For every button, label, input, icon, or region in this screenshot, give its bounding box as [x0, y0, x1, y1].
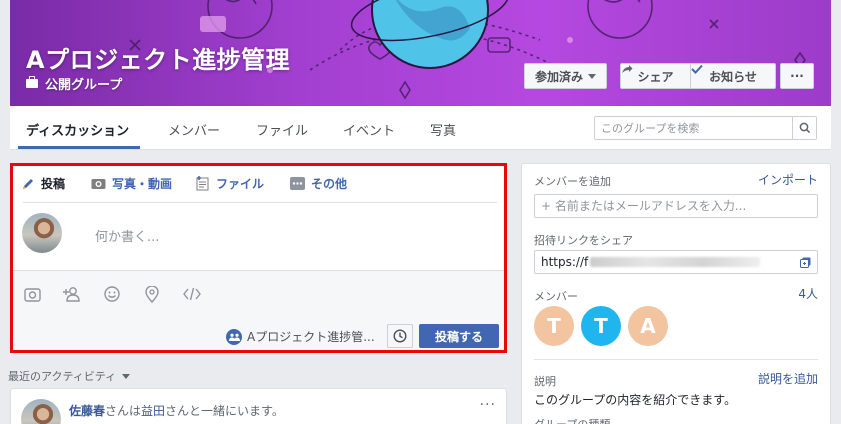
composer-tab-more-label: その他: [311, 177, 348, 191]
post-text-2: さんと一緒にいます。: [165, 404, 284, 418]
active-tab-indicator: [18, 146, 140, 149]
chevron-down-icon: [122, 373, 131, 379]
avatar[interactable]: [21, 399, 61, 424]
composer-footer: Aプロジェクト進捗管... 投稿する: [13, 270, 504, 350]
composer-input[interactable]: 何か書く...: [95, 226, 159, 245]
check-icon: [691, 64, 703, 74]
tab-files[interactable]: ファイル: [256, 120, 308, 139]
audience-label: Aプロジェクト進捗管...: [247, 330, 375, 344]
members-count[interactable]: 4人: [798, 285, 818, 302]
description-label: 説明: [534, 375, 556, 388]
post-text-1: さんは: [105, 404, 142, 418]
tab-photos[interactable]: 写真: [430, 120, 456, 139]
composer-tools: [23, 285, 201, 303]
code-icon[interactable]: [183, 285, 201, 303]
add-member-label: メンバーを追加: [534, 175, 611, 188]
composer-tab-file[interactable]: ファイル: [196, 175, 264, 192]
tab-discussion[interactable]: ディスカッション: [26, 120, 129, 139]
group-title: Aプロジェクト進捗管理: [26, 46, 291, 74]
search-icon: [799, 122, 810, 134]
member-avatar[interactable]: T: [534, 306, 574, 346]
audience-selector[interactable]: Aプロジェクト進捗管...: [226, 328, 375, 345]
tagged-friend-link[interactable]: 益田: [141, 404, 165, 418]
copy-icon[interactable]: [800, 257, 811, 268]
notifications-label: お知らせ: [709, 69, 757, 84]
invite-link-value: https://f: [541, 255, 589, 269]
sidebar-divider: [534, 359, 818, 360]
add-member-input[interactable]: [541, 199, 796, 213]
feed-post: 佐藤春さんは益田さんと一緒にいます。 ···: [10, 388, 507, 424]
photo-icon[interactable]: [23, 285, 41, 303]
recent-activity-header[interactable]: 最近のアクティビティ: [8, 368, 131, 384]
avatar: [22, 213, 62, 253]
add-member-box: [534, 194, 818, 218]
tab-events[interactable]: イベント: [343, 120, 395, 139]
more-options-button[interactable]: ···: [780, 63, 814, 89]
more-icon: [290, 177, 305, 190]
members-label: メンバー: [534, 290, 578, 303]
search-button[interactable]: [792, 117, 816, 139]
composer-tab-file-label: ファイル: [216, 177, 265, 191]
composer-actions: Aプロジェクト進捗管... 投稿する: [13, 321, 504, 351]
group-icon: [226, 328, 242, 345]
share-arrow-icon: [622, 65, 633, 73]
share-label: シェア: [637, 69, 674, 84]
group-privacy-label: 公開グループ: [45, 78, 123, 93]
member-avatar[interactable]: A: [628, 306, 668, 346]
joined-label: 参加済み: [534, 69, 583, 84]
more-dots-icon: ···: [790, 69, 804, 83]
invite-link-label: 招待リンクをシェア: [534, 234, 633, 247]
member-avatar[interactable]: T: [581, 306, 621, 346]
camera-icon: [91, 179, 106, 189]
group-privacy[interactable]: 公開グループ: [26, 74, 122, 93]
group-search: [594, 116, 817, 140]
composer-tab-post-label: 投稿: [41, 177, 66, 191]
post-author-link[interactable]: 佐藤春: [69, 404, 105, 418]
composer-divider: [23, 202, 497, 203]
notifications-button[interactable]: お知らせ: [690, 63, 776, 89]
feed-post-header: 佐藤春さんは益田さんと一緒にいます。: [69, 402, 284, 419]
group-type-label: グループの種類: [534, 416, 610, 424]
group-tab-bar: ディスカッション メンバー ファイル イベント 写真: [10, 106, 831, 150]
location-icon[interactable]: [143, 285, 161, 303]
recent-activity-label: 最近のアクティビティ: [8, 370, 117, 383]
joined-button[interactable]: 参加済み: [524, 63, 607, 89]
add-description-link[interactable]: 説明を追加: [758, 370, 818, 387]
file-icon: [196, 176, 209, 191]
schedule-button[interactable]: [387, 324, 413, 348]
emoji-icon[interactable]: [103, 285, 121, 303]
group-search-input[interactable]: [595, 117, 791, 139]
composer-tab-post[interactable]: 投稿: [21, 175, 65, 192]
pencil-icon: [23, 178, 33, 189]
tag-person-icon[interactable]: [63, 285, 81, 303]
post-options-button[interactable]: ···: [480, 397, 496, 413]
post-button[interactable]: 投稿する: [419, 324, 499, 348]
cover-photo: Aプロジェクト進捗管理 公開グループ 参加済み シェア お知らせ ···: [10, 0, 831, 106]
composer-tabs: 投稿 写真・動画 ファイル その他: [13, 166, 504, 202]
post-composer: 投稿 写真・動画 ファイル その他 何か書く... Aプロジェクト進捗管... …: [10, 163, 507, 353]
redacted-link: [590, 257, 761, 267]
composer-tab-photo-video[interactable]: 写真・動画: [91, 175, 172, 192]
invite-link-box[interactable]: https://f: [534, 250, 818, 274]
share-button[interactable]: シェア: [620, 63, 691, 89]
chevron-down-icon: [588, 73, 596, 79]
group-sidebar: メンバーを追加 インポート 招待リンクをシェア https://f メンバー 4…: [521, 163, 831, 424]
clock-icon: [393, 329, 407, 343]
import-link[interactable]: インポート: [758, 171, 818, 188]
briefcase-icon: [26, 76, 38, 88]
description-text: このグループの内容を紹介できます。: [534, 393, 737, 407]
composer-tab-more[interactable]: その他: [290, 175, 347, 192]
composer-tab-photo-video-label: 写真・動画: [112, 177, 173, 191]
tab-members[interactable]: メンバー: [168, 120, 220, 139]
